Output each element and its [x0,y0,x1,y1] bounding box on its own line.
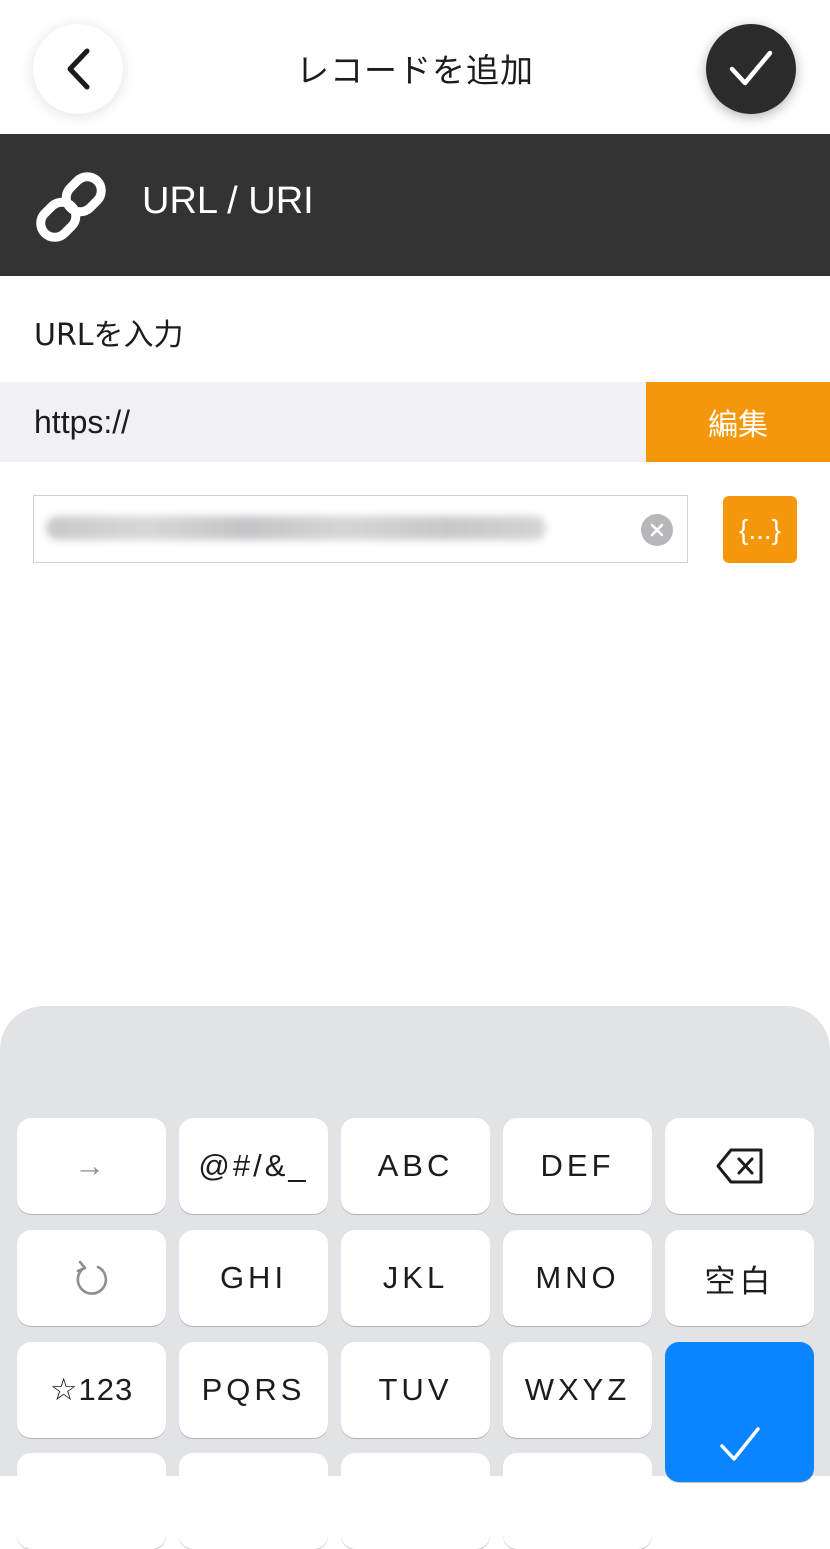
key-row4-2[interactable] [179,1453,328,1549]
key-abc[interactable]: ABC [341,1118,490,1214]
key-wxyz[interactable]: WXYZ [503,1342,652,1438]
key-mno[interactable]: MNO [503,1230,652,1326]
key-next[interactable]: → [17,1118,166,1214]
key-pqrs[interactable]: PQRS [179,1342,328,1438]
url-prompt: URLを入力 [34,318,184,353]
key-ghi[interactable]: GHI [179,1230,328,1326]
scheme-row: https:// 編集 [0,382,830,462]
key-enter[interactable] [665,1342,814,1482]
record-type-label: URL / URI [142,180,314,222]
url-input[interactable] [33,495,688,563]
scheme-value: https:// [34,404,131,440]
key-row4-3[interactable] [341,1453,490,1549]
clear-icon [650,523,664,537]
key-tuv[interactable]: TUV [341,1342,490,1438]
backspace-icon [716,1148,762,1184]
redacted-url-text [46,516,546,540]
key-numbers[interactable]: ☆123 [17,1342,166,1438]
key-undo[interactable] [17,1230,166,1326]
key-row4-1[interactable] [17,1453,166,1549]
edit-scheme-button[interactable]: 編集 [646,382,830,462]
key-jkl[interactable]: JKL [341,1230,490,1326]
checkmark-icon [729,50,773,86]
clear-input-button[interactable] [641,514,673,546]
done-button[interactable] [706,24,796,114]
undo-icon [76,1260,107,1295]
key-symbols[interactable]: @#/&_ [179,1118,328,1214]
link-icon [36,172,106,242]
nav-header: レコードを追加 [0,0,830,134]
key-row4-4[interactable] [503,1453,652,1549]
key-def[interactable]: DEF [503,1118,652,1214]
checkmark-icon [719,1427,760,1461]
key-backspace[interactable] [665,1118,814,1214]
key-space[interactable]: 空白 [665,1230,814,1326]
keyboard: → @#/&_ ABC DEF GHI JKL MNO 空白 ☆123 PQRS… [0,1006,830,1549]
record-type-banner: URL / URI [0,134,830,276]
insert-variable-button[interactable]: {...} [723,496,797,563]
